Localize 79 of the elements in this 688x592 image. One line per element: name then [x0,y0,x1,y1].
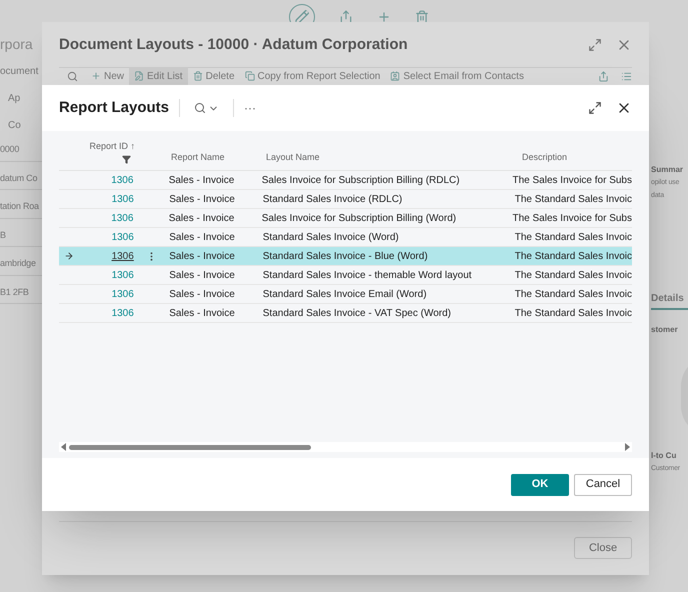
table-cell-text: Sales - Invoice [169,192,236,206]
cancel-button[interactable]: Cancel [574,474,632,496]
table-row[interactable]: 1306 Sales - Invoice Standard Sales Invoice Email (Word) The Standard Sales Invoic [59,285,632,304]
table-row[interactable]: 1306 Sales - Invoice Sales Invoice for Subscription Billing (Word) The Sales Invoice for Subs [59,209,632,228]
dialog-title: Document Layouts - 10000 · Adatum Corporation [59,35,409,55]
table-cell-text: The Standard Sales Invoic [514,306,632,320]
table-cell[interactable]: 1306 [78,248,134,264]
table-cell-text: The Standard Sales Invoic [514,230,632,244]
table-cell[interactable]: 1306 [78,230,134,244]
action-link[interactable]: Co [0,118,42,133]
details-tab[interactable]: Details [651,291,688,310]
table-row[interactable]: 1306 Sales - Invoice Standard Sales Invoice - Blue (Word) The Standard Sales Invoic [59,247,632,266]
table-cell-text: Standard Sales Invoice - VAT Spec (Word) [262,306,452,320]
table-cell-text: The Sales Invoice for Subs [512,212,632,226]
table-cell[interactable]: 1306 [78,306,134,320]
expand-icon[interactable] [588,38,602,52]
table-cell-text: Standard Sales Invoice - themable Word layout [262,268,473,282]
table-cell[interactable]: 1306 [78,268,134,282]
contact-card-icon [390,71,400,81]
table-cell-text: Standard Sales Invoice (Word) [262,230,400,244]
table-cell-text: Sales - Invoice [169,268,236,282]
table-cell-text: Sales Invoice for Subscription Billing (RDLC) [262,174,461,188]
table-cell-text: The Standard Sales Invoic [514,250,632,264]
table-cell-text: The Standard Sales Invoic [514,192,632,206]
table-cell[interactable]: 1306 [78,210,134,226]
edit-list-icon [134,71,144,81]
expand-icon[interactable] [588,101,602,115]
arrow-right-icon [64,251,74,261]
more-options-button[interactable]: ··· [244,99,256,117]
filter-icon [122,155,131,164]
table-cell-text: Sales - Invoice [169,230,236,244]
toolbar-button[interactable]: New [86,67,130,85]
search-icon [194,102,206,114]
page-title: rpora [0,35,34,54]
panel-heading: stomer [651,324,679,336]
table-cell-text: The Sales Invoice for Subs [512,174,632,188]
copy-icon [244,71,254,81]
trash-icon[interactable] [415,10,429,24]
page-subtitle: ocument [0,65,40,79]
panel-heading: l-to Cu [651,450,678,462]
table-cell-text: Sales - Invoice [169,250,236,264]
table-row[interactable]: 1306 Sales - Invoice Standard Sales Invoice (RDLC) The Standard Sales Invoic [59,190,632,209]
search-icon[interactable] [67,70,78,82]
toolbar-button[interactable]: Copy from Report Selection [240,67,386,85]
table-cell[interactable]: 1306 [78,192,134,206]
horizontal-scrollbar[interactable] [59,442,632,452]
table-cell[interactable]: 1306 [78,286,134,302]
column-header[interactable]: Report ID ↑ [89,140,135,153]
table-cell-text: Sales - Invoice [169,288,236,302]
column-header[interactable]: Layout Name [266,150,522,164]
table-row[interactable]: 1306 Sales - Invoice Sales Invoice for Subscription Billing (RDLC) The Sales Invoice for Subs [59,171,632,190]
table-cell-text: Standard Sales Invoice (RDLC) [262,192,404,206]
column-header[interactable]: Description [522,150,568,164]
table-cell-text: Sales - Invoice [168,212,236,226]
share-icon[interactable] [598,70,609,82]
column-header[interactable]: Report Name [171,150,266,164]
table-cell-text: Standard Sales Invoice Email (Word) [262,288,428,302]
trash-icon [192,71,203,81]
plus-icon [91,71,101,81]
table-row[interactable]: 1306 Sales - Invoice Standard Sales Invoice - VAT Spec (Word) The Standard Sales Invoic [59,304,632,323]
plus-icon[interactable] [377,10,391,24]
toolbar-button[interactable]: Edit List [129,67,188,85]
table-cell-text: Sales - Invoice [168,174,236,188]
table-row[interactable]: 1306 Sales - Invoice Standard Sales Invoice - themable Word layout The Standard Sales Invoic [59,266,632,285]
panel-heading: Summar [651,164,684,176]
table-cell-text: The Standard Sales Invoic [514,288,632,302]
ok-button[interactable]: OK [511,474,569,496]
table-cell[interactable]: 1306 [78,172,134,188]
list-icon[interactable] [621,70,632,82]
toolbar-button[interactable]: Select Email from Contacts [385,67,529,85]
toolbar-button[interactable]: Delete [188,67,240,85]
table-cell-text: Sales Invoice for Subscription Billing (Word) [262,212,458,226]
scroll-right-icon[interactable] [625,443,630,451]
table-cell-text: Sales - Invoice [169,306,236,320]
dialog-title: Report Layouts [59,98,170,118]
table-cell-text: Standard Sales Invoice - Blue (Word) [262,250,429,264]
table-cell-text: The Standard Sales Invoic [514,268,632,282]
close-button[interactable]: Close [574,537,632,559]
action-link[interactable]: Ap [0,91,42,106]
